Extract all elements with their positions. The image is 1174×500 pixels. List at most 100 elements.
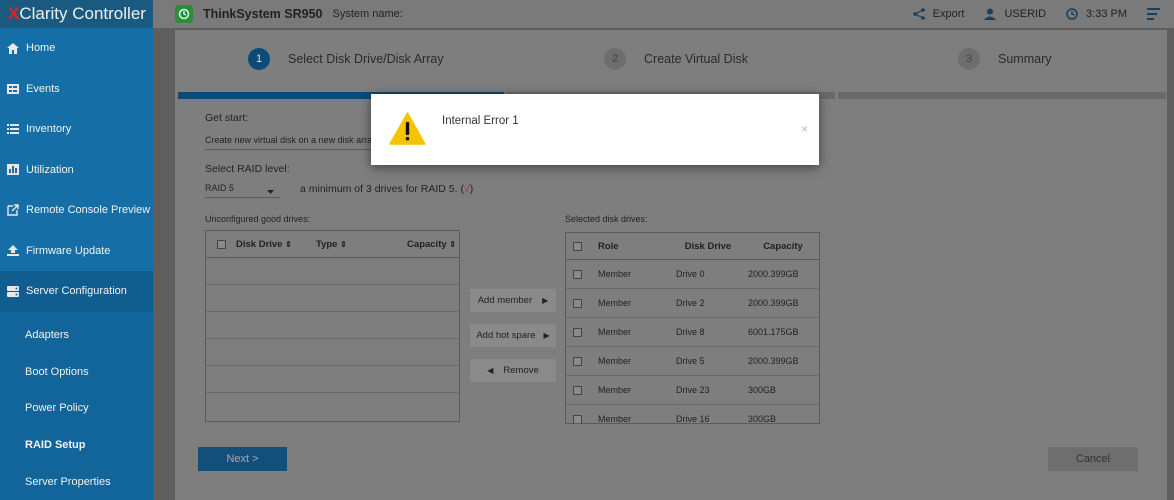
caret-down-icon [267, 184, 274, 198]
sidebar-item-firmware[interactable]: Firmware Update [0, 231, 153, 272]
button-label: Remove [503, 365, 539, 376]
wizard-step-3[interactable]: 3 Summary [958, 48, 1051, 70]
table-row[interactable]: Member Drive 23 300GB [566, 376, 819, 405]
column-label: Type [316, 238, 338, 250]
user-menu[interactable]: USERID [1004, 8, 1046, 20]
cell-role: Member [598, 414, 632, 424]
button-label: Add member [477, 295, 533, 306]
button-label: Add hot spare [476, 330, 536, 341]
app-logo[interactable]: XClarity Controller [0, 0, 153, 28]
step-number: 1 [248, 48, 270, 70]
sidebar-item-server-config[interactable]: Server Configuration [0, 271, 153, 312]
error-message: Internal Error 1 [442, 115, 519, 127]
sidebar-item-label: Utilization [26, 163, 74, 176]
cell-capacity: 300GB [748, 385, 777, 395]
row-checkbox[interactable] [566, 356, 588, 366]
raid-hint: a minimum of 3 drives for RAID 5. (√) [300, 183, 473, 195]
sidebar-item-events[interactable]: Events [0, 69, 153, 110]
menu-icon[interactable] [1147, 8, 1160, 20]
step-number: 2 [604, 48, 626, 70]
row-checkbox[interactable] [566, 269, 588, 279]
cell-role: Member [598, 298, 632, 308]
column-capacity: Capacity [763, 240, 803, 252]
sidebar-subitem-boot-options[interactable]: Boot Options [0, 353, 153, 390]
column-label: Capacity [407, 238, 447, 250]
cell-disk-drive: Drive 0 [676, 269, 705, 279]
sidebar-subitem-adapters[interactable]: Adapters [0, 316, 153, 354]
get-start-value: Create new virtual disk on a new disk ar… [205, 135, 373, 145]
table-row[interactable]: Member Drive 0 2000.399GB [566, 260, 819, 289]
arrow-right-icon: ▶ [543, 331, 550, 340]
add-hot-spare-button[interactable]: Add hot spare ▶ [470, 324, 556, 347]
cell-disk-drive: Drive 23 [676, 385, 710, 395]
wizard-step-2[interactable]: 2 Create Virtual Disk [604, 48, 748, 70]
remote-console-icon [6, 204, 20, 216]
server-config-icon [6, 285, 20, 297]
server-model: ThinkSystem SR950 [203, 7, 323, 21]
table-row [206, 393, 459, 420]
cancel-button[interactable]: Cancel [1048, 447, 1138, 471]
column-capacity[interactable]: Capacity ⇕ [386, 239, 456, 250]
sidebar-subitem-power-policy[interactable]: Power Policy [0, 389, 153, 427]
inventory-icon [6, 123, 20, 135]
table-row [206, 339, 459, 366]
row-checkbox[interactable] [566, 298, 588, 308]
table-row [206, 258, 459, 285]
row-checkbox[interactable] [566, 385, 588, 395]
sort-icon: ⇕ [449, 239, 456, 249]
arrow-left-icon: ◀ [487, 366, 494, 375]
cell-role: Member [598, 327, 632, 337]
next-button[interactable]: Next > [198, 447, 287, 471]
raid-level-select[interactable]: RAID 5 [205, 178, 280, 198]
sidebar-subitem-label: Power Policy [25, 402, 89, 415]
raid-hint-end: ) [469, 183, 474, 195]
wizard-step-1[interactable]: 1 Select Disk Drive/Disk Array [248, 48, 444, 70]
share-icon[interactable] [912, 8, 925, 20]
sidebar-subitem-label: Server Properties [25, 475, 111, 488]
add-member-button[interactable]: Add member ▶ [470, 289, 556, 312]
row-checkbox[interactable] [566, 414, 588, 423]
selected-label: Selected disk drives: [565, 214, 648, 224]
table-row [206, 366, 459, 393]
sort-icon: ⇕ [340, 239, 347, 249]
table-row[interactable]: Member Drive 16 300GB [566, 405, 819, 424]
row-checkbox[interactable] [566, 327, 588, 337]
sort-icon: ⇕ [285, 239, 292, 249]
cell-disk-drive: Drive 2 [676, 298, 705, 308]
progress-step-3 [838, 92, 1166, 99]
column-type[interactable]: Type ⇕ [316, 239, 386, 250]
step-label: Select Disk Drive/Disk Array [288, 52, 444, 66]
scrollbar[interactable] [1167, 30, 1174, 500]
logo-prefix: X [8, 4, 20, 23]
sidebar-item-remote-console[interactable]: Remote Console Preview [0, 190, 153, 231]
system-status-icon [175, 5, 193, 23]
cell-capacity: 300GB [748, 414, 777, 424]
cell-capacity: 2000.399GB [748, 269, 799, 279]
cell-capacity: 2000.399GB [748, 356, 799, 366]
step-label: Create Virtual Disk [644, 52, 748, 66]
cell-capacity: 6001.175GB [748, 327, 799, 337]
select-all-checkbox[interactable] [206, 239, 236, 249]
table-row[interactable]: Member Drive 8 6001.175GB [566, 318, 819, 347]
sidebar-subitem-server-properties[interactable]: Server Properties [0, 463, 153, 500]
raid-level-label: Select RAID level: [205, 163, 290, 175]
sidebar-item-utilization[interactable]: Utilization [0, 150, 153, 191]
time-display: 3:33 PM [1086, 8, 1127, 20]
close-button[interactable]: × [801, 122, 808, 136]
sidebar-subitem-raid-setup[interactable]: RAID Setup [0, 426, 153, 464]
export-button[interactable]: Export [933, 8, 965, 20]
remove-button[interactable]: ◀ Remove [470, 359, 556, 382]
cell-capacity: 2000.399GB [748, 298, 799, 308]
raid-hint-text: a minimum of 3 drives for RAID 5. ( [300, 183, 464, 195]
table-row[interactable]: Member Drive 5 2000.399GB [566, 347, 819, 376]
get-start-select[interactable]: Create new virtual disk on a new disk ar… [205, 130, 375, 150]
select-all-checkbox[interactable] [566, 241, 588, 251]
sidebar-subitem-label: RAID Setup [25, 438, 86, 451]
cell-role: Member [598, 356, 632, 366]
warning-icon [389, 112, 426, 148]
sidebar-item-inventory[interactable]: Inventory [0, 109, 153, 150]
column-disk-drive[interactable]: Disk Drive ⇕ [236, 239, 316, 250]
table-row[interactable]: Member Drive 2 2000.399GB [566, 289, 819, 318]
sidebar-item-home[interactable]: Home [0, 28, 153, 69]
sidebar-subitem-label: Boot Options [25, 365, 89, 378]
